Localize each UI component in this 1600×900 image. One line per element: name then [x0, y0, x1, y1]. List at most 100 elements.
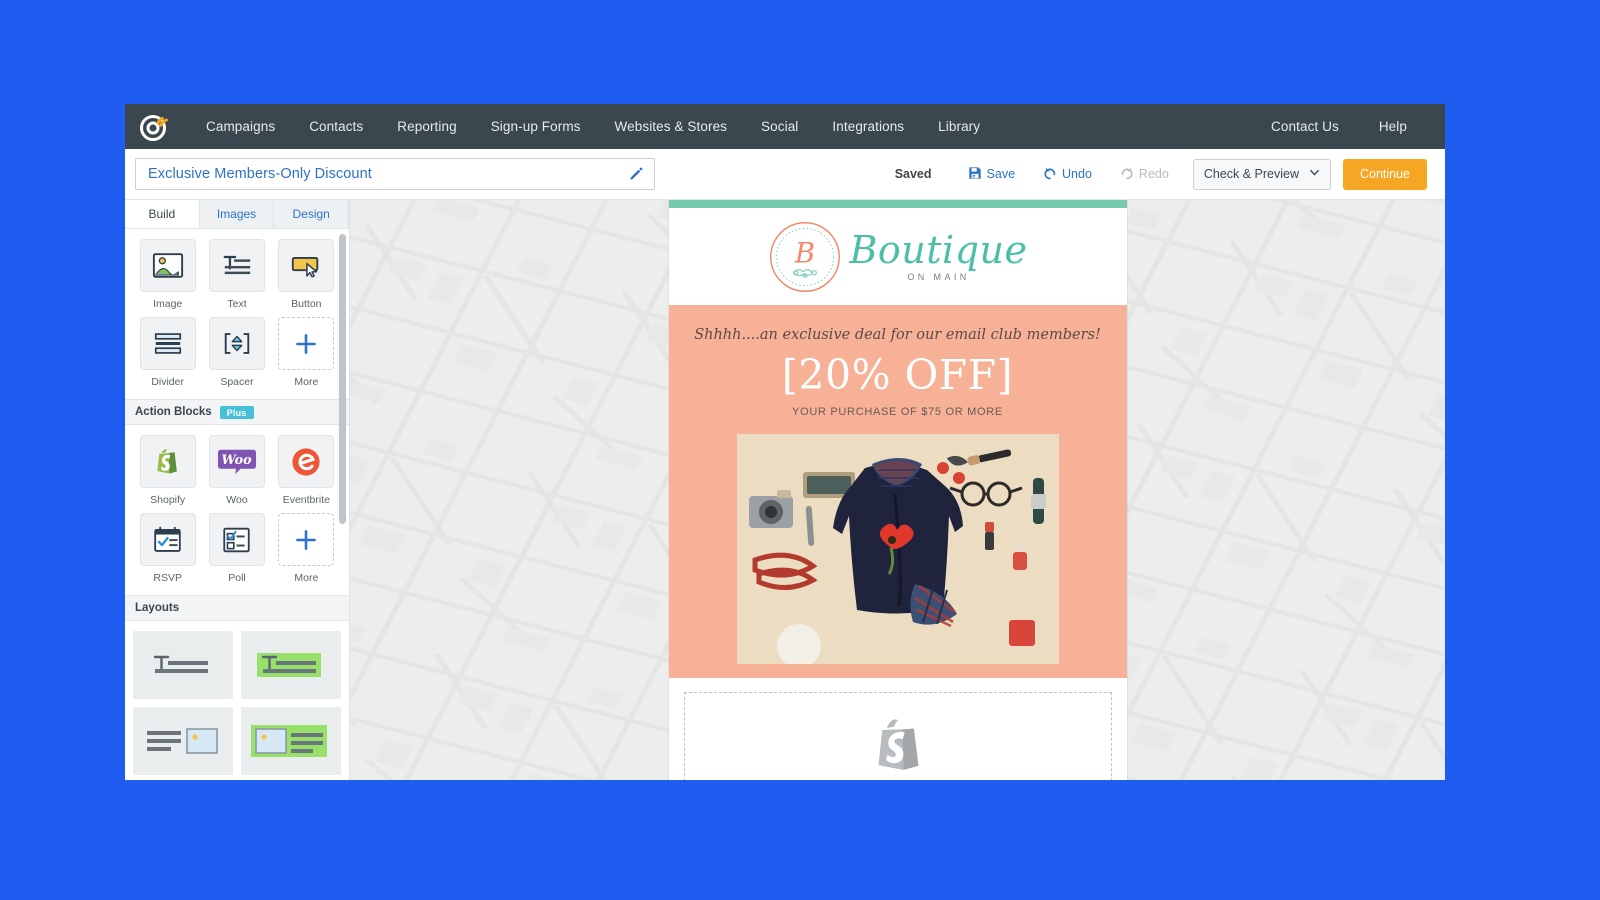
- email-offer-block[interactable]: Shhhh....an exclusive deal for our email…: [668, 305, 1127, 678]
- block-shopify-label: Shopify: [150, 494, 186, 506]
- insert-product-label: Insert Product: [855, 780, 940, 781]
- check-and-preview-button[interactable]: Check & Preview: [1192, 158, 1331, 190]
- email-preview: B Boutique ON MAIN Shhhh....an exclusive…: [668, 200, 1127, 781]
- campaign-title-value[interactable]: Exclusive Members-Only Discount: [148, 166, 629, 182]
- block-image-label: Image: [153, 298, 183, 310]
- floppy-disk-icon: [968, 166, 982, 183]
- block-more-action[interactable]: More: [272, 513, 341, 584]
- block-eventbrite[interactable]: Eventbrite: [272, 435, 341, 506]
- plus-badge: Plus: [219, 405, 254, 419]
- toolbar-actions: Saved Save Undo Redo Check & Preview Con…: [894, 158, 1427, 190]
- svg-text:Woo: Woo: [221, 452, 252, 467]
- woocommerce-icon: Woo: [208, 435, 265, 488]
- basic-blocks-grid: Image Text Button Divider Spacer More: [125, 229, 349, 399]
- email-top-accent-bar: [668, 200, 1127, 208]
- block-more-basic[interactable]: More: [272, 317, 341, 388]
- nav-item-help[interactable]: Help: [1359, 119, 1427, 134]
- divider-block-icon: [139, 317, 196, 370]
- sidebar-scroll-panel: Image Text Button Divider Spacer More Ac…: [125, 229, 349, 780]
- block-poll-label: Poll: [228, 572, 246, 584]
- layouts-title: Layouts: [135, 602, 180, 614]
- pencil-icon[interactable]: [629, 166, 644, 182]
- layout-thumb-image-text-highlighted[interactable]: [241, 707, 341, 775]
- block-more-basic-label: More: [294, 376, 319, 388]
- check-preview-label: Check & Preview: [1203, 167, 1299, 181]
- secondary-nav-links: Contact Us Help: [1251, 119, 1427, 134]
- layouts-grid: [125, 621, 349, 780]
- sidebar-scrollbar[interactable]: [339, 234, 346, 524]
- top-navigation-bar: Campaigns Contacts Reporting Sign-up For…: [125, 104, 1445, 149]
- redo-arrow-icon: [1120, 166, 1134, 183]
- nav-item-signup-forms[interactable]: Sign-up Forms: [474, 119, 598, 134]
- plus-icon: [278, 513, 335, 566]
- offer-teaser-text: Shhhh....an exclusive deal for our email…: [694, 327, 1101, 343]
- block-rsvp[interactable]: RSVP: [133, 513, 202, 584]
- poll-icon: [208, 513, 265, 566]
- shopify-bag-icon: [878, 718, 918, 770]
- save-button[interactable]: Save: [954, 166, 1030, 183]
- offer-headline-text: [20% OFF]: [781, 351, 1014, 399]
- block-divider[interactable]: Divider: [133, 317, 202, 388]
- sidebar-tabs: Build Images Design: [125, 200, 350, 229]
- block-rsvp-label: RSVP: [153, 572, 182, 584]
- boutique-name: Boutique: [849, 228, 1028, 272]
- action-blocks-grid: Shopify Woo Woo Eventbrite RSVP Poll Mor…: [125, 425, 349, 595]
- nav-item-contacts[interactable]: Contacts: [292, 119, 380, 134]
- nav-item-library[interactable]: Library: [921, 119, 997, 134]
- continue-button[interactable]: Continue: [1343, 158, 1427, 190]
- nav-item-reporting[interactable]: Reporting: [380, 119, 473, 134]
- editor-body: Build Images Design Image Text Button Di…: [125, 200, 1445, 780]
- shopify-icon: [139, 435, 196, 488]
- block-spacer[interactable]: Spacer: [202, 317, 271, 388]
- block-text[interactable]: Text: [202, 239, 271, 310]
- block-button[interactable]: Button: [272, 239, 341, 310]
- spacer-block-icon: [208, 317, 265, 370]
- offer-subline-text: YOUR PURCHASE OF $75 OR MORE: [792, 406, 1003, 418]
- block-more-action-label: More: [294, 572, 319, 584]
- insert-product-placeholder[interactable]: Insert Product: [683, 692, 1112, 781]
- continue-label: Continue: [1359, 167, 1411, 181]
- constant-contact-logo-icon[interactable]: [139, 112, 169, 142]
- block-divider-label: Divider: [151, 376, 184, 388]
- nav-item-contact-us[interactable]: Contact Us: [1251, 119, 1359, 134]
- block-woo[interactable]: Woo Woo: [202, 435, 271, 506]
- text-block-icon: [208, 239, 265, 292]
- layout-thumb-text-highlighted[interactable]: [241, 631, 341, 699]
- primary-nav-links: Campaigns Contacts Reporting Sign-up For…: [189, 119, 997, 134]
- email-canvas: B Boutique ON MAIN Shhhh....an exclusive…: [350, 200, 1445, 780]
- nav-item-social[interactable]: Social: [744, 119, 815, 134]
- flatlay-navy-coat-accessories-photo[interactable]: [736, 434, 1059, 664]
- action-blocks-title: Action Blocks: [135, 406, 212, 418]
- editor-toolbar: Exclusive Members-Only Discount Saved Sa…: [125, 149, 1445, 200]
- block-poll[interactable]: Poll: [202, 513, 271, 584]
- campaign-title-field[interactable]: Exclusive Members-Only Discount: [135, 158, 655, 190]
- boutique-wordmark: Boutique ON MAIN: [850, 231, 1028, 282]
- nav-item-integrations[interactable]: Integrations: [815, 119, 921, 134]
- layout-thumb-text[interactable]: [133, 631, 233, 699]
- nav-item-campaigns[interactable]: Campaigns: [189, 119, 292, 134]
- svg-text:B: B: [793, 236, 814, 269]
- redo-label: Redo: [1138, 167, 1169, 181]
- block-shopify[interactable]: Shopify: [133, 435, 202, 506]
- browser-window: Campaigns Contacts Reporting Sign-up For…: [125, 104, 1445, 780]
- saved-status-label: Saved: [894, 167, 932, 181]
- block-button-label: Button: [291, 298, 322, 310]
- eventbrite-icon: [278, 435, 335, 488]
- layout-thumb-text-image[interactable]: [133, 707, 233, 775]
- tab-build[interactable]: Build: [125, 200, 200, 228]
- builder-sidebar: Build Images Design Image Text Button Di…: [125, 200, 350, 780]
- button-block-icon: [278, 239, 335, 292]
- redo-button[interactable]: Redo: [1106, 166, 1183, 183]
- boutique-tagline: ON MAIN: [907, 272, 970, 282]
- rsvp-calendar-icon: [139, 513, 196, 566]
- layouts-header: Layouts: [125, 595, 349, 621]
- nav-item-websites-stores[interactable]: Websites & Stores: [598, 119, 745, 134]
- undo-button[interactable]: Undo: [1029, 166, 1106, 183]
- tab-images[interactable]: Images: [199, 200, 275, 228]
- tab-design[interactable]: Design: [274, 200, 350, 228]
- email-logo-block[interactable]: B Boutique ON MAIN: [668, 208, 1127, 305]
- undo-arrow-icon: [1043, 166, 1057, 183]
- block-eventbrite-label: Eventbrite: [282, 494, 330, 506]
- block-image[interactable]: Image: [133, 239, 202, 310]
- boutique-monogram-seal-icon: B: [769, 221, 840, 292]
